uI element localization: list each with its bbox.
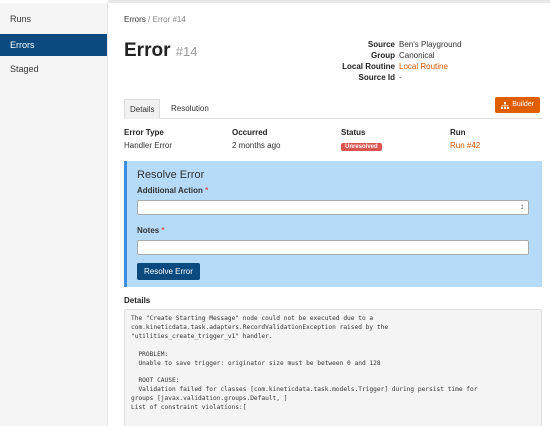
run-col: Run Run #42: [450, 128, 480, 150]
error-type-col: Error Type Handler Error: [124, 128, 172, 150]
occurred-col: Occurred 2 months ago: [232, 128, 280, 150]
source-id-label: Source Id: [358, 73, 395, 82]
resolve-error-button[interactable]: Resolve Error: [137, 263, 200, 280]
occurred-heading: Occurred: [232, 128, 268, 137]
sidebar-item-runs[interactable]: Runs: [0, 8, 107, 30]
source-id-value: -: [399, 73, 402, 82]
status-badge: Unresolved: [341, 143, 382, 151]
error-type-heading: Error Type: [124, 128, 164, 137]
page-title-text: Error: [124, 40, 171, 61]
sitemap-icon: [501, 101, 510, 109]
local-routine-link[interactable]: Local Routine: [399, 61, 448, 72]
error-type-value: Handler Error: [124, 141, 173, 150]
source-value: Ben's Playground: [399, 40, 462, 49]
source-label: Source: [367, 40, 395, 49]
select-arrows-icon: ↕: [520, 202, 524, 211]
details-text: The "Create Starting Message" node could…: [124, 309, 542, 426]
run-heading: Run: [450, 128, 466, 137]
breadcrumb-errors-link[interactable]: Errors: [124, 15, 146, 24]
resolve-panel: Resolve Error Additional Action * ↕ Note…: [124, 161, 542, 287]
builder-button-label: Builder: [512, 101, 534, 108]
builder-button[interactable]: Builder: [495, 97, 540, 113]
required-mark: *: [161, 226, 165, 235]
tab-bar: Details Resolution Builder: [124, 97, 542, 119]
additional-action-label: Additional Action *: [137, 186, 208, 195]
status-heading: Status: [341, 128, 366, 137]
sidebar-item-staged[interactable]: Staged: [0, 58, 107, 80]
sidebar: Runs Errors Staged: [0, 3, 108, 426]
meta-list: Source Ben's Playground Group Canonical Lo…: [319, 39, 539, 83]
notes-input[interactable]: [137, 240, 529, 255]
details-heading: Details: [124, 296, 151, 305]
resolve-title: Resolve Error: [137, 169, 205, 181]
group-label: Group: [371, 51, 395, 60]
additional-action-select[interactable]: ↕: [137, 200, 529, 215]
tab-resolution[interactable]: Resolution: [166, 99, 214, 119]
required-mark: *: [205, 186, 209, 195]
breadcrumb-separator: /: [148, 15, 151, 24]
local-routine-label: Local Routine: [342, 62, 395, 71]
additional-action-label-text: Additional Action: [137, 186, 203, 195]
run-link[interactable]: Run #42: [450, 141, 480, 150]
breadcrumb-current: Error #14: [152, 15, 186, 24]
sidebar-item-errors[interactable]: Errors: [0, 34, 107, 56]
page-title: Error #14: [124, 40, 197, 62]
status-col: Status Unresolved: [341, 128, 382, 151]
notes-label-text: Notes: [137, 226, 160, 235]
tab-details[interactable]: Details: [124, 99, 161, 119]
notes-label: Notes *: [137, 226, 165, 235]
occurred-value: 2 months ago: [232, 141, 281, 150]
group-value: Canonical: [399, 51, 435, 60]
page-title-number: #14: [175, 44, 198, 59]
breadcrumb: Errors / Error #14: [124, 15, 186, 24]
